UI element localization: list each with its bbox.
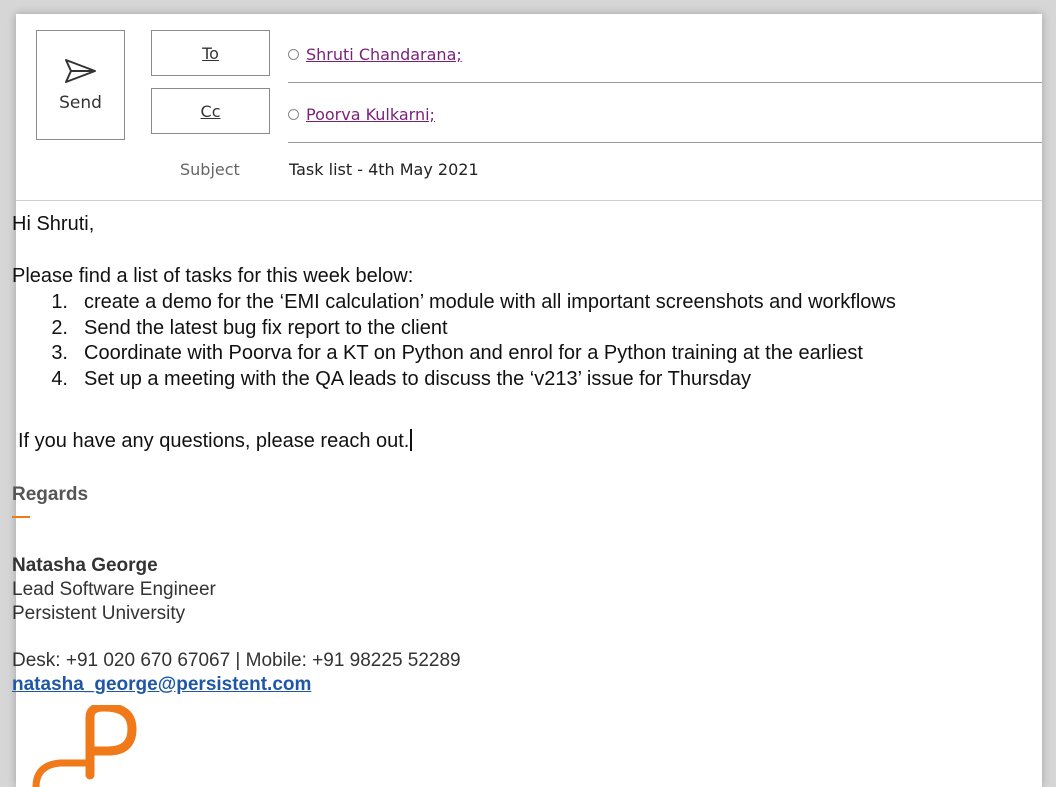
subject-label: Subject xyxy=(180,160,240,179)
cc-recipient[interactable]: Poorva Kulkarni; xyxy=(306,105,435,124)
signature-regards: Regards xyxy=(12,484,89,505)
cc-label: Cc xyxy=(200,101,221,121)
list-number: 2. xyxy=(51,316,68,339)
signature-email-link[interactable]: natasha_george@persistent.com xyxy=(12,672,311,697)
list-number: 3. xyxy=(51,342,68,364)
presence-circle-icon xyxy=(288,48,299,60)
send-button[interactable]: Send xyxy=(36,30,125,140)
to-label: To xyxy=(202,43,219,63)
list-item-text: Send the latest bug fix report to the cl… xyxy=(84,316,448,339)
compose-header: Send To Cc Shruti Chandarana; Poorva Kul… xyxy=(16,14,1042,201)
list-number: 1. xyxy=(51,291,68,313)
signature-name: Natasha George xyxy=(12,555,158,576)
list-item-text: Coordinate with Poorva for a KT on Pytho… xyxy=(84,342,863,364)
send-label: Send xyxy=(59,93,102,113)
to-button[interactable]: To xyxy=(151,30,270,76)
intro-line: Please find a list of tasks for this wee… xyxy=(12,265,414,287)
signature-divider xyxy=(12,516,30,518)
signature-title: Lead Software Engineer xyxy=(12,579,216,600)
to-recipient[interactable]: Shruti Chandarana; xyxy=(306,45,462,64)
list-item: 3. Coordinate with Poorva for a KT on Py… xyxy=(12,341,896,367)
cc-button[interactable]: Cc xyxy=(151,88,270,134)
presence-circle-icon xyxy=(288,108,299,120)
list-item: 1. create a demo for the ‘EMI calculatio… xyxy=(12,290,896,316)
list-item: 2. Send the latest bug fix report to the… xyxy=(12,316,896,342)
subject-field[interactable]: Task list - 4th May 2021 xyxy=(289,160,479,179)
cc-field[interactable]: Poorva Kulkarni; xyxy=(288,86,1042,143)
list-item-text: Set up a meeting with the QA leads to di… xyxy=(84,367,752,390)
list-number: 4. xyxy=(51,367,68,390)
paper-plane-icon xyxy=(64,59,96,83)
text-cursor xyxy=(410,429,413,451)
closing-text: If you have any questions, please reach … xyxy=(18,430,410,452)
to-field[interactable]: Shruti Chandarana; xyxy=(288,26,1042,83)
signature-phone: Desk: +91 020 670 67067 | Mobile: +91 98… xyxy=(12,650,461,671)
list-item: 4. Set up a meeting with the QA leads to… xyxy=(12,367,896,393)
persistent-logo xyxy=(32,705,137,787)
list-item-text: create a demo for the ‘EMI calculation’ … xyxy=(84,291,896,313)
signature-org: Persistent University xyxy=(12,603,186,624)
closing-line: If you have any questions, please reach … xyxy=(18,429,413,454)
greeting: Hi Shruti, xyxy=(12,213,95,235)
task-list: 1. create a demo for the ‘EMI calculatio… xyxy=(12,290,896,392)
